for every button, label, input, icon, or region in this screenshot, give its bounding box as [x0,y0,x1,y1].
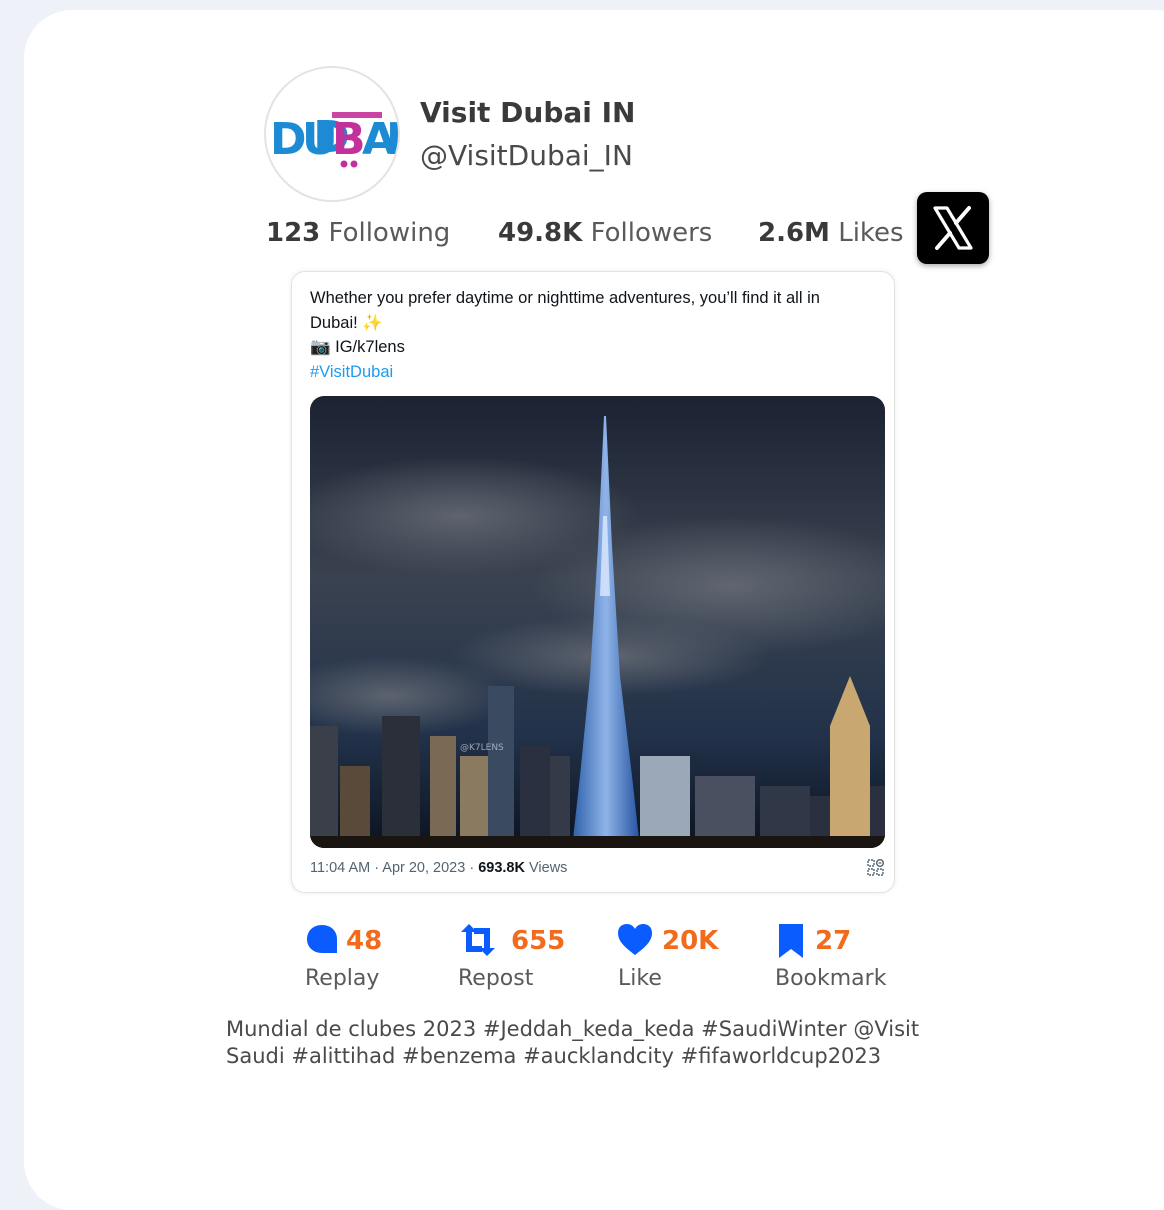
tweet-timestamp[interactable]: 11:04 AM · Apr 20, 2023 · [310,860,478,876]
tweet-photo[interactable]: @K7LENS [310,396,885,848]
hashtag-link[interactable]: #VisitDubai [310,360,880,385]
views-count: 693.8K [478,860,525,876]
tweet-line-3: 📷 IG/k7lens [310,335,880,360]
followers-label: Followers [590,218,713,248]
like-label[interactable]: Like [618,966,662,991]
likes-count: 2.6M [758,218,830,248]
tweet-line-3-text: IG/k7lens [335,338,405,356]
repost-icon[interactable] [458,922,498,962]
caption-line-1: Mundial de clubes 2023 #Jeddah_keda_keda… [226,1017,920,1041]
followers-stat[interactable]: 49.8K Followers [498,218,712,248]
following-stat[interactable]: 123 Following [266,218,450,248]
tweet-meta: 11:04 AM · Apr 20, 2023 · 693.8K Views [310,860,567,876]
burj-khalifa-night-photo: @K7LENS [310,396,885,848]
tweet-line-2-text: Dubai! [310,313,358,332]
x-logo-icon[interactable] [917,192,989,264]
following-label: Following [328,218,451,248]
profile-handle[interactable]: @VisitDubai_IN [420,139,633,172]
repost-label[interactable]: Repost [458,966,533,991]
qr-code-icon[interactable] [866,858,886,882]
repost-count: 655 [511,926,566,956]
reply-count: 48 [346,926,383,956]
reply-icon[interactable] [304,922,340,962]
profile-name[interactable]: Visit Dubai IN [420,96,635,129]
sparkles-icon: ✨ [362,313,383,332]
bookmark-label[interactable]: Bookmark [775,966,886,991]
following-count: 123 [266,218,321,248]
tweet-line-2: Dubai! ✨ [310,311,880,336]
photo-watermark: @K7LENS [460,743,504,753]
like-count: 20K [662,926,719,956]
caption-line-2: Saudi #alittihad #benzema #aucklandcity … [226,1044,882,1068]
bookmark-count: 27 [815,926,852,956]
svg-text:B: B [332,114,366,165]
profile-avatar[interactable]: D D U B A I [264,66,400,202]
tweet-line-1: Whether you prefer daytime or nighttime … [310,289,820,307]
bookmark-icon[interactable] [776,922,806,962]
post-caption: Mundial de clubes 2023 #Jeddah_keda_keda… [226,1016,1006,1070]
tweet-card[interactable]: Whether you prefer daytime or nighttime … [291,271,895,893]
likes-stat[interactable]: 2.6M Likes [758,218,904,248]
followers-count: 49.8K [498,218,583,248]
camera-icon: 📷 [310,338,331,356]
tweet-body: Whether you prefer daytime or nighttime … [310,286,880,384]
views-label: Views [524,860,568,876]
heart-icon[interactable] [616,922,654,962]
likes-label: Likes [838,218,904,248]
reply-label[interactable]: Replay [305,966,379,991]
dubai-logo: D D U B A I [270,112,398,168]
